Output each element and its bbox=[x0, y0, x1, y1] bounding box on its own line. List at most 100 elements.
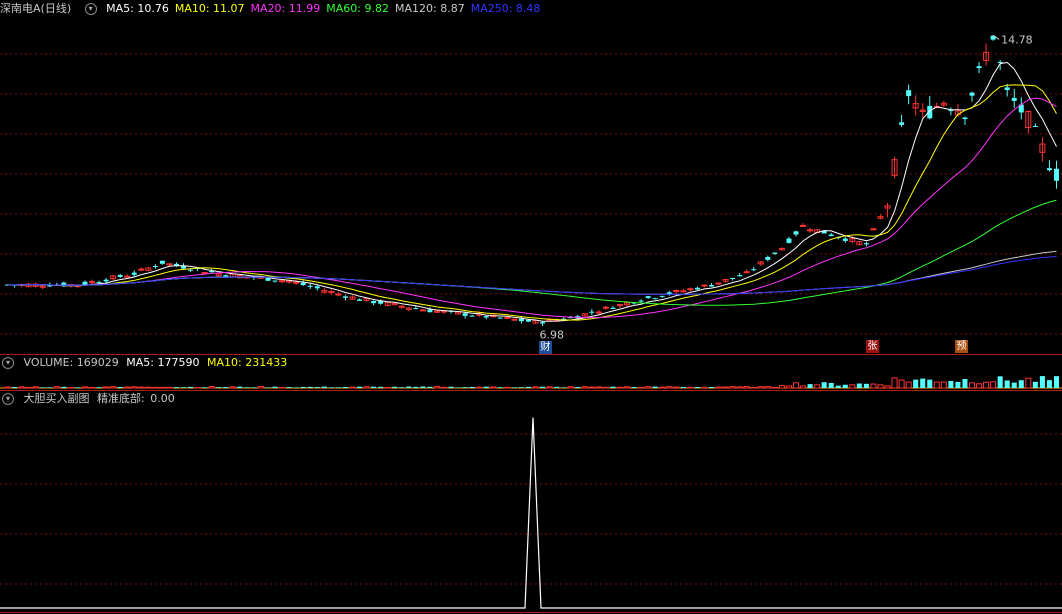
candle-body-down bbox=[709, 285, 715, 287]
volume-bar bbox=[835, 385, 841, 388]
candle-body-down bbox=[469, 315, 475, 317]
candle-body-down bbox=[1046, 168, 1052, 171]
volume-bar bbox=[476, 386, 483, 389]
volume-bar bbox=[208, 386, 215, 389]
volume-bar bbox=[194, 386, 201, 389]
candle-body-down bbox=[300, 282, 306, 286]
volume-bar bbox=[567, 386, 574, 389]
indicator-line bbox=[0, 417, 1062, 609]
volume-bar bbox=[440, 386, 448, 389]
volume-bar bbox=[413, 386, 419, 388]
candle-body-down bbox=[96, 281, 102, 283]
candle-body-up bbox=[673, 289, 680, 292]
volume-bar bbox=[96, 387, 102, 388]
volume-bar bbox=[771, 386, 778, 389]
volume-bar bbox=[504, 386, 511, 389]
volume-bar bbox=[955, 381, 961, 388]
volume-bar bbox=[828, 382, 834, 388]
ma-line-10 bbox=[7, 84, 1057, 321]
candle-body-down bbox=[357, 299, 363, 301]
volume-pane[interactable]: ▾ VOLUME: 169029 MA5: 177590 MA10: 23143… bbox=[0, 354, 1062, 390]
candle-body-down bbox=[638, 300, 644, 302]
candle-body-down bbox=[899, 122, 905, 125]
volume-bar bbox=[103, 386, 110, 389]
indicator-pane[interactable]: ▾ 大胆买入副图 精准底部: 0.00 bbox=[0, 390, 1062, 614]
candle-body-down bbox=[152, 265, 158, 267]
ma-legend-item: MA5: 10.76 bbox=[106, 2, 169, 15]
candle-body-down bbox=[828, 234, 834, 237]
volume-bar bbox=[173, 387, 179, 388]
volume-header: ▾ VOLUME: 169029 MA5: 177590 MA10: 23143… bbox=[0, 356, 293, 370]
volume-bar bbox=[588, 386, 595, 389]
volume-bar bbox=[709, 387, 715, 388]
volume-bar bbox=[363, 386, 370, 389]
volume-bar bbox=[181, 387, 187, 388]
volume-value: VOLUME: 169029 bbox=[23, 356, 119, 369]
volume-bar bbox=[61, 386, 67, 388]
volume-bar bbox=[715, 386, 722, 389]
volume-bar bbox=[920, 378, 926, 388]
indicator-title: 大胆买入副图 bbox=[23, 392, 90, 405]
ma-legend-item: MA60: 9.82 bbox=[326, 2, 389, 15]
candle-body-down bbox=[462, 313, 468, 316]
volume-bar bbox=[532, 386, 539, 389]
volume-bar bbox=[736, 386, 743, 389]
indicator-value: 0.00 bbox=[150, 392, 175, 405]
volume-bar bbox=[427, 386, 433, 388]
volume-bar bbox=[990, 381, 997, 389]
collapse-toggle-icon[interactable]: ▾ bbox=[84, 3, 97, 15]
volume-bar bbox=[469, 386, 475, 388]
candle-body-down bbox=[786, 238, 792, 243]
candle-body-up bbox=[419, 309, 426, 312]
volume-bar bbox=[272, 386, 278, 388]
volume-bar bbox=[279, 386, 286, 389]
volume-bar bbox=[328, 387, 334, 388]
volume-bar bbox=[1004, 380, 1010, 388]
candle-body-up bbox=[680, 290, 687, 293]
volume-bar bbox=[420, 386, 426, 388]
ma-legend-item: MA20: 11.99 bbox=[250, 2, 321, 15]
volume-bar bbox=[595, 386, 602, 389]
volume-bar bbox=[757, 386, 764, 389]
collapse-toggle-icon[interactable]: ▾ bbox=[2, 357, 14, 369]
volume-bar bbox=[145, 386, 152, 389]
volume-bar bbox=[223, 387, 229, 388]
candle-body-down bbox=[976, 66, 982, 69]
volume-bar bbox=[138, 386, 145, 389]
volume-bar bbox=[863, 383, 869, 388]
candle-body-down bbox=[610, 307, 616, 310]
volume-bar bbox=[554, 386, 560, 388]
volume-bar bbox=[357, 386, 363, 388]
badge-zhang[interactable]: 张 bbox=[866, 340, 879, 353]
volume-bar bbox=[342, 386, 348, 388]
volume-bar bbox=[349, 386, 356, 389]
volume-bar bbox=[694, 387, 700, 388]
candle-body-up bbox=[595, 311, 602, 314]
volume-bar bbox=[1046, 380, 1052, 388]
badge-yu[interactable]: 预 bbox=[955, 340, 968, 353]
candle-body-up bbox=[807, 229, 814, 232]
volume-bar bbox=[673, 386, 680, 389]
volume-bar bbox=[67, 386, 74, 389]
candle-body-up bbox=[124, 275, 131, 278]
volume-bar bbox=[371, 386, 377, 388]
candlestick-chart[interactable]: 14.78 6.98 bbox=[0, 0, 1062, 354]
volume-bar bbox=[800, 385, 807, 389]
collapse-toggle-icon[interactable]: ▾ bbox=[2, 393, 14, 405]
volume-bar bbox=[814, 384, 821, 389]
indicator-label: 精准底部: bbox=[97, 392, 145, 405]
candle-body-down bbox=[730, 277, 736, 279]
volume-bar bbox=[257, 386, 264, 389]
candle-body-down bbox=[793, 231, 799, 235]
volume-bar bbox=[750, 386, 757, 389]
volume-bar bbox=[490, 386, 497, 389]
volume-bar bbox=[265, 387, 271, 388]
stock-title: 深南电A(日线) bbox=[0, 2, 72, 15]
volume-bar bbox=[602, 386, 609, 389]
candle-body-down bbox=[371, 301, 377, 304]
price-chart-pane[interactable]: 深南电A(日线) ▾ MA5: 10.76 MA10: 11.07 MA20: 11… bbox=[0, 0, 1062, 354]
volume-bar bbox=[124, 386, 131, 389]
volume-bar bbox=[821, 382, 827, 388]
candle-body-down bbox=[518, 318, 524, 322]
badge-cai[interactable]: 财 bbox=[539, 341, 552, 354]
